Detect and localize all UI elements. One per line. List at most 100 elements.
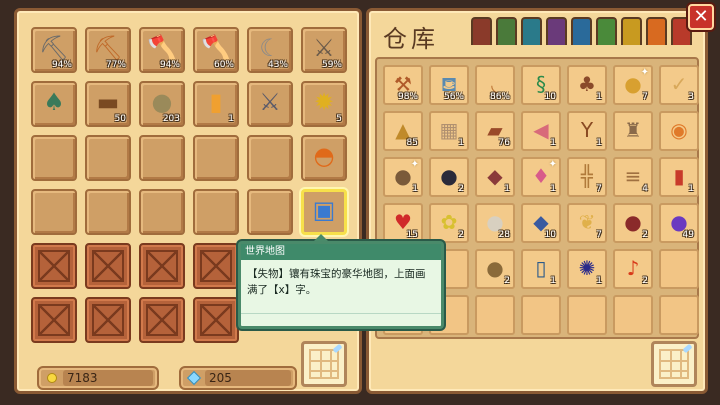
inventory-slot[interactable]: ● 203 (139, 81, 185, 127)
warehouse-slot[interactable]: ● 2 (613, 203, 653, 243)
locked-slot[interactable] (31, 297, 77, 343)
wheat-icon: ✹ (313, 88, 335, 117)
gem-amount: 205 (205, 370, 291, 386)
locked-slot[interactable] (139, 243, 185, 289)
warehouse-slot[interactable]: ● 28 (475, 203, 515, 243)
warehouse-slot[interactable]: ♥ 15 (383, 203, 423, 243)
inventory-slot[interactable]: ✹ 5 (301, 81, 347, 127)
warehouse-tab[interactable] (646, 17, 667, 45)
inventory-slot[interactable]: ⚔ (247, 81, 293, 127)
locked-slot[interactable] (193, 243, 239, 289)
item-quantity: 7 (642, 92, 648, 102)
warehouse-slot[interactable]: ▮ 1 (659, 157, 699, 197)
warehouse-slot[interactable]: ▦ 1 (429, 111, 469, 151)
warehouse-tab[interactable] (596, 17, 617, 45)
gem-icon (186, 370, 202, 386)
warehouse-slot[interactable]: ❦ 7 (567, 203, 607, 243)
inventory-slot[interactable]: ▣ (301, 189, 347, 235)
warehouse-slot[interactable]: ≡ 4 (613, 157, 653, 197)
item-quantity: 2 (504, 276, 510, 286)
coal-icon: ● (440, 163, 458, 188)
warehouse-slot[interactable]: ⚒ 98% (383, 65, 423, 105)
warehouse-slot[interactable]: ● 2 (429, 157, 469, 197)
warehouse-title: 仓库 (383, 25, 439, 53)
locked-slot[interactable] (85, 243, 131, 289)
lock-cross-icon (92, 304, 124, 336)
new-sparkle-icon: ✦ (640, 67, 649, 78)
warehouse-slot[interactable]: ● ✦ 1 (383, 157, 423, 197)
warehouse-slot[interactable]: ✿ 2 (429, 203, 469, 243)
inventory-slot[interactable]: ▬ 50 (85, 81, 131, 127)
inventory-slot[interactable]: 🪓 60% (193, 27, 239, 73)
fence-icon: ╬ (580, 163, 594, 188)
gold-coin-icon (47, 373, 57, 383)
warehouse-slot[interactable] (613, 295, 653, 335)
warehouse-slot[interactable]: ♪ 2 (613, 249, 653, 289)
locked-slot[interactable] (31, 243, 77, 289)
warehouse-sort-button[interactable] (651, 341, 697, 387)
inventory-slot[interactable]: ⚔ 59% (301, 27, 347, 73)
inventory-sort-button[interactable] (301, 341, 347, 387)
warehouse-tab[interactable] (621, 17, 642, 45)
inventory-slot[interactable] (85, 135, 131, 181)
warehouse-tab[interactable] (471, 17, 492, 45)
inventory-slot[interactable] (31, 135, 77, 181)
warehouse-slot[interactable] (475, 295, 515, 335)
warehouse-slot[interactable] (567, 295, 607, 335)
warehouse-slot[interactable] (659, 249, 699, 289)
warehouse-slot[interactable]: ◉ (659, 111, 699, 151)
axe-icon: 🪓 (147, 34, 177, 63)
warehouse-slot[interactable]: ✓ 3 (659, 65, 699, 105)
warehouse-slot[interactable]: ✺ 1 (567, 249, 607, 289)
inventory-slot[interactable]: ☾ 43% (247, 27, 293, 73)
warehouse-slot[interactable]: ◟ 86% (475, 65, 515, 105)
warehouse-slot[interactable]: ● 2 (475, 249, 515, 289)
item-quantity: 7 (596, 184, 602, 194)
inventory-slot[interactable]: ♠ (31, 81, 77, 127)
warehouse-slot[interactable]: ♣ 1 (567, 65, 607, 105)
item-quantity: 1 (412, 184, 418, 194)
warehouse-slot[interactable] (659, 295, 699, 335)
warehouse-tab[interactable] (546, 17, 567, 45)
potato-rock-icon: ● (486, 255, 504, 280)
inventory-slot[interactable]: ◓ (301, 135, 347, 181)
warehouse-slot[interactable]: ◆ 10 (521, 203, 561, 243)
item-quantity: 203 (162, 114, 180, 124)
warehouse-slot[interactable]: Y1 (567, 111, 607, 151)
oil-bottle-icon: ▲ (395, 117, 411, 142)
warehouse-slot[interactable]: ▰ 76 (475, 111, 515, 151)
inventory-slot[interactable]: ⛏ 77% (85, 27, 131, 73)
locked-slot[interactable] (85, 297, 131, 343)
warehouse-slot[interactable]: ╬ 7 (567, 157, 607, 197)
inventory-slot[interactable] (139, 189, 185, 235)
warehouse-slot[interactable]: ♜ (613, 111, 653, 151)
locked-slot[interactable] (139, 297, 185, 343)
warehouse-slot[interactable]: ● ✦ 7 (613, 65, 653, 105)
locked-slot[interactable] (193, 297, 239, 343)
inventory-slot[interactable] (193, 135, 239, 181)
warehouse-slot[interactable]: ◀ 1 (521, 111, 561, 151)
warehouse-slot[interactable]: ● 49 (659, 203, 699, 243)
warehouse-slot[interactable]: ♦ ✦ 1 (521, 157, 561, 197)
warehouse-slot[interactable] (521, 295, 561, 335)
warehouse-slot[interactable]: ◆ 1 (475, 157, 515, 197)
warehouse-slot[interactable]: ▯ 1 (521, 249, 561, 289)
warehouse-slot[interactable]: ▲ 85 (383, 111, 423, 151)
inventory-slot[interactable] (247, 135, 293, 181)
warehouse-slot[interactable]: ⛾ 56% (429, 65, 469, 105)
inventory-slot[interactable] (193, 189, 239, 235)
close-button[interactable]: ✕ (688, 4, 714, 30)
inventory-slot[interactable]: 🪓 94% (139, 27, 185, 73)
inventory-slot[interactable]: ▮ 1 (193, 81, 239, 127)
inventory-slot[interactable] (247, 189, 293, 235)
inventory-slot[interactable] (85, 189, 131, 235)
warehouse-tab[interactable] (521, 17, 542, 45)
item-quantity: 4 (642, 184, 648, 194)
inventory-slot[interactable] (139, 135, 185, 181)
warehouse-tab[interactable] (571, 17, 592, 45)
warehouse-slot[interactable]: § 10 (521, 65, 561, 105)
inventory-slot[interactable]: ⛏ 94% (31, 27, 77, 73)
warehouse-tab[interactable] (496, 17, 517, 45)
inventory-slot[interactable] (31, 189, 77, 235)
magic-orb-icon: ● (670, 209, 688, 234)
